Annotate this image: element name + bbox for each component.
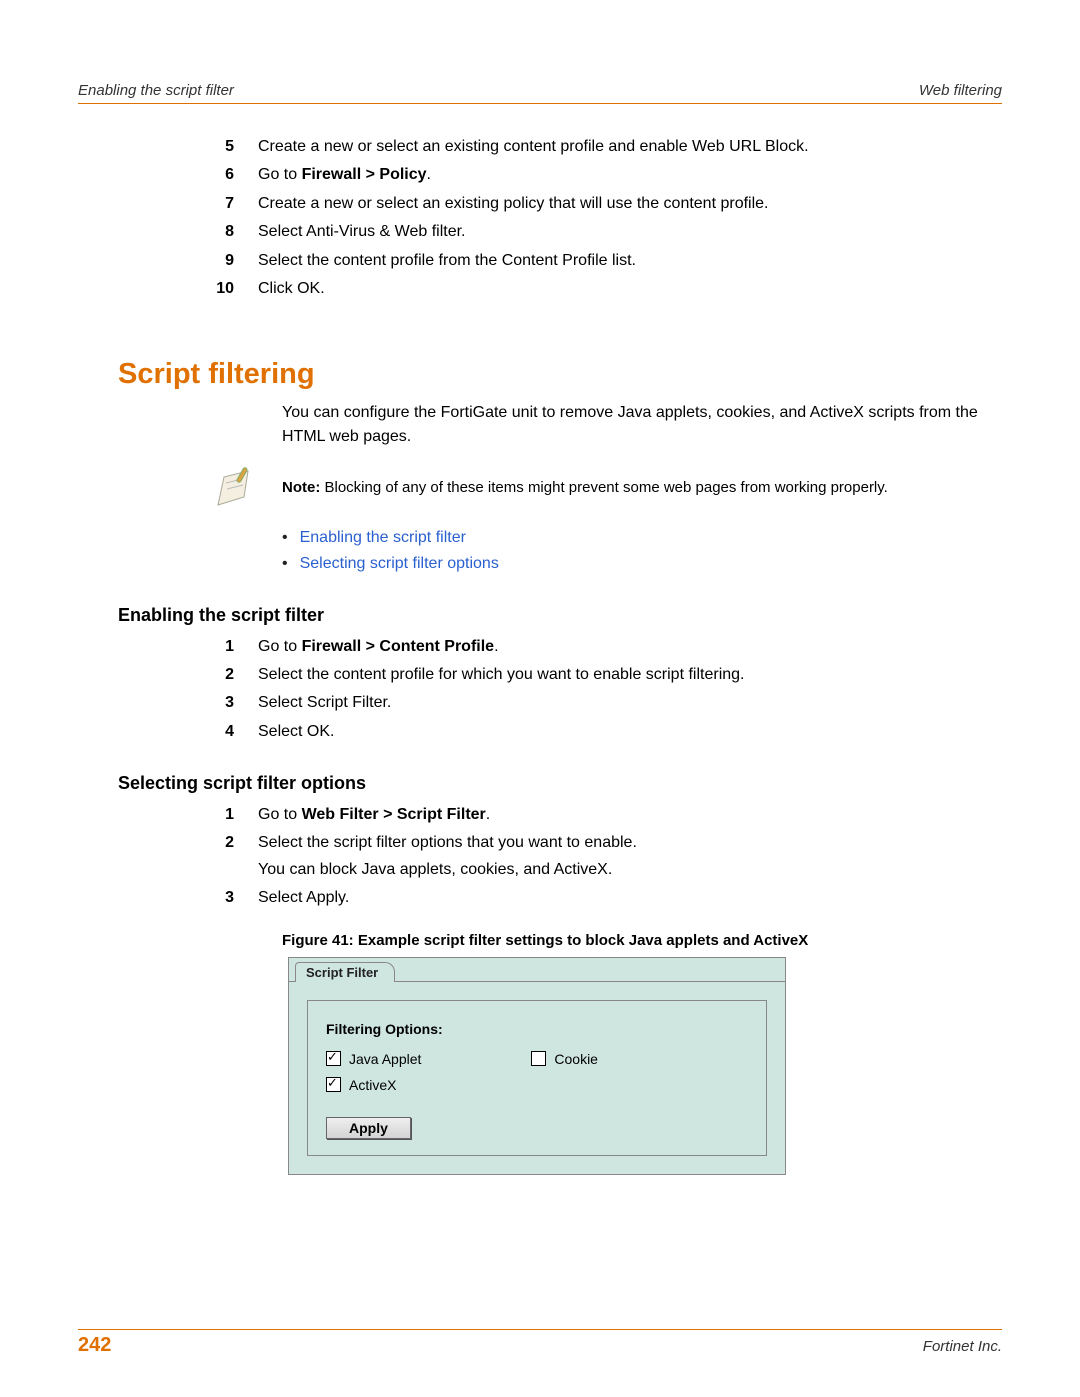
footer-company: Fortinet Inc. (923, 1338, 1002, 1355)
checkbox-icon (326, 1077, 341, 1092)
toc-link-selecting[interactable]: Selecting script filter options (300, 555, 499, 572)
running-header: Enabling the script filter Web filtering (78, 82, 1002, 104)
section-toc: Enabling the script filter Selecting scr… (282, 525, 1002, 576)
note-block: Note: Blocking of any of these items mig… (208, 463, 1002, 511)
checkbox-icon (531, 1051, 546, 1066)
script-filter-panel: Script Filter Filtering Options: Java Ap… (288, 957, 786, 1175)
figure-caption: Figure 41: Example script filter setting… (282, 932, 1002, 949)
selecting-steps: 1Go to Web Filter > Script Filter. 2Sele… (78, 802, 1002, 912)
header-left: Enabling the script filter (78, 82, 234, 99)
continued-steps: 5Create a new or select an existing cont… (78, 134, 1002, 302)
checkbox-activex[interactable]: ActiveX (326, 1077, 396, 1093)
enabling-steps: 1Go to Firewall > Content Profile. 2Sele… (78, 634, 1002, 746)
toc-link-enabling[interactable]: Enabling the script filter (300, 529, 466, 546)
section-heading: Script filtering (118, 358, 1002, 391)
subsection-enabling: Enabling the script filter (118, 605, 1002, 626)
note-label: Note: (282, 479, 325, 496)
note-icon (208, 463, 256, 511)
page-number: 242 (78, 1334, 111, 1357)
running-footer: 242 Fortinet Inc. (78, 1329, 1002, 1357)
intro-paragraph: You can configure the FortiGate unit to … (282, 401, 982, 449)
checkbox-icon (326, 1051, 341, 1066)
tab-script-filter[interactable]: Script Filter (295, 962, 395, 982)
checkbox-cookie[interactable]: Cookie (531, 1051, 598, 1067)
checkbox-java-applet[interactable]: Java Applet (326, 1051, 421, 1067)
subsection-selecting: Selecting script filter options (118, 773, 1002, 794)
header-right: Web filtering (919, 82, 1002, 99)
apply-button[interactable]: Apply (326, 1117, 411, 1139)
note-text: Blocking of any of these items might pre… (325, 479, 888, 496)
filtering-options-legend: Filtering Options: (326, 1021, 748, 1037)
